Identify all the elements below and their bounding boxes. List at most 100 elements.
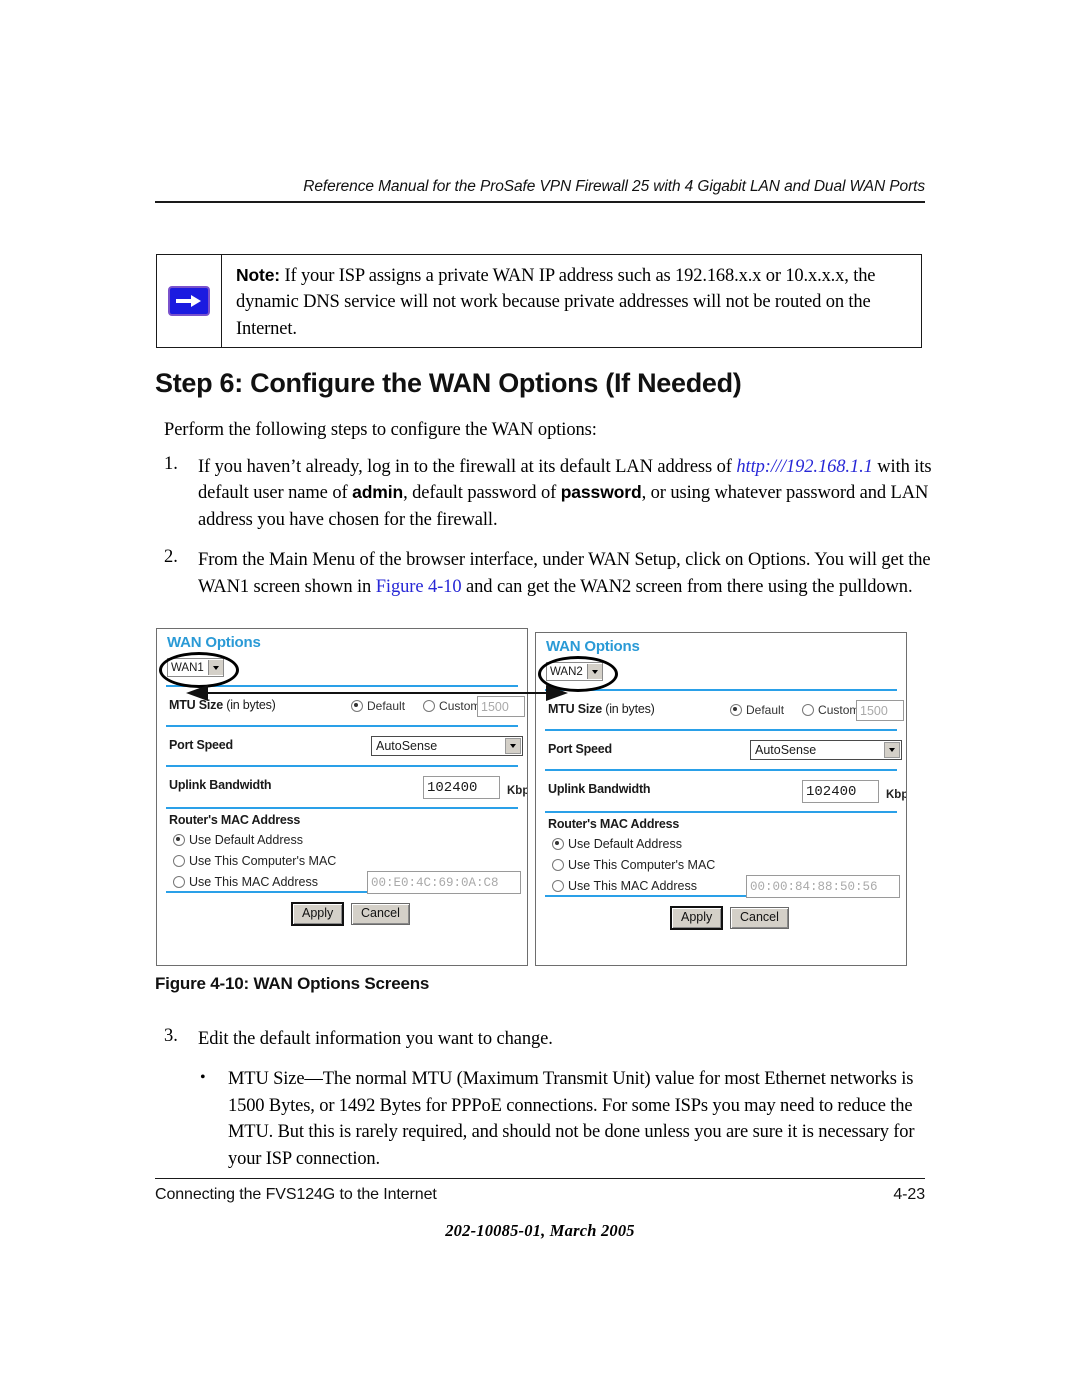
uplink-bandwidth-value: 102400 (427, 779, 478, 796)
mac-option-custom[interactable]: Use This MAC Address (552, 879, 697, 893)
mtu-default-label: Default (367, 699, 406, 713)
running-header-text: Reference Manual for the ProSafe VPN Fir… (303, 178, 925, 195)
page-title: Step 6: Configure the WAN Options (If Ne… (155, 368, 742, 398)
mtu-size-row: MTU Size (in bytes) Default Custom 1500 (544, 691, 904, 729)
mtu-custom-radio[interactable] (802, 704, 815, 716)
uplink-bandwidth-label: Uplink Bandwidth (169, 778, 272, 792)
mtu-label-main: MTU Size (169, 698, 223, 712)
list-item: 1. If you haven’t already, log in to the… (164, 454, 934, 533)
mtu-default-radio[interactable] (351, 700, 363, 712)
mac-option-default[interactable]: Use Default Address (173, 833, 303, 847)
router-mac-address-title: Router's MAC Address (548, 817, 680, 831)
figure-cross-reference-link[interactable]: Figure 4-10 (376, 577, 462, 597)
wan-selector-row: WAN2 (538, 655, 898, 692)
figure-caption: Figure 4-10: WAN Options Screens (155, 974, 430, 993)
list-item-text: If you haven’t already, log in to the fi… (198, 454, 934, 533)
mac-custom-label: Use This MAC Address (189, 875, 318, 889)
bullet-marker: • (200, 1069, 206, 1087)
mac-default-label: Use Default Address (568, 837, 682, 851)
mac-default-label: Use Default Address (189, 833, 303, 847)
mtu-custom-value: 1500 (481, 699, 509, 714)
footer-rule (155, 1178, 925, 1179)
wan-selector-dropdown[interactable]: WAN2 (546, 662, 603, 681)
mac-computer-radio[interactable] (173, 855, 185, 867)
mtu-custom-input[interactable]: 1500 (477, 696, 525, 717)
note-text: Note: If your ISP assigns a private WAN … (222, 255, 921, 347)
port-speed-select[interactable]: AutoSense (371, 736, 523, 756)
mtu-label-units: (in bytes) (601, 702, 655, 716)
mtu-radio-group: Default Custom (351, 699, 480, 713)
step2-part2: and can get the WAN2 screen from there u… (461, 576, 913, 597)
cancel-button[interactable]: Cancel (351, 903, 410, 925)
mtu-default-radio[interactable] (730, 704, 742, 716)
mtu-custom-value: 1500 (860, 703, 888, 718)
chevron-down-icon (505, 738, 521, 754)
cancel-button[interactable]: Cancel (730, 907, 789, 929)
uplink-bandwidth-value: 102400 (806, 783, 857, 800)
steps-list-bottom: 3. Edit the default information you want… (164, 1026, 934, 1172)
port-speed-label: Port Speed (548, 742, 612, 756)
list-item-number: 2. (164, 547, 178, 568)
mac-option-custom[interactable]: Use This MAC Address (173, 875, 318, 889)
list-item-number: 1. (164, 454, 178, 474)
chevron-down-icon (884, 742, 900, 758)
bullet-list-item: • MTU Size—The normal MTU (Maximum Trans… (164, 1066, 934, 1172)
mtu-size-label: MTU Size (in bytes) (548, 702, 655, 716)
port-speed-label: Port Speed (169, 738, 233, 752)
intro-paragraph: Perform the following steps to configure… (164, 420, 597, 440)
mtu-custom-input[interactable]: 1500 (856, 700, 904, 721)
uplink-bandwidth-unit: Kbps (886, 789, 906, 801)
list-item: 3. Edit the default information you want… (164, 1026, 934, 1052)
right-arrow-icon (168, 286, 210, 316)
chevron-down-icon (207, 660, 223, 675)
mac-default-radio[interactable] (552, 838, 564, 850)
mtu-label-units: (in bytes) (222, 698, 276, 712)
figure-wan-options-screens: WAN Options WAN1 MTU Size (in bytes) Def… (156, 628, 922, 966)
panel-button-row: Apply Cancel (544, 897, 898, 937)
chevron-down-icon (586, 664, 602, 679)
apply-button[interactable]: Apply (291, 902, 345, 926)
uplink-bandwidth-label: Uplink Bandwidth (548, 782, 651, 796)
mac-address-value: 00:00:84:88:50:56 (750, 879, 878, 894)
mac-address-input[interactable]: 00:00:84:88:50:56 (746, 875, 900, 898)
mac-custom-radio[interactable] (173, 876, 185, 888)
wan-selector-value: WAN2 (550, 665, 583, 678)
mac-default-radio[interactable] (173, 834, 185, 846)
apply-button[interactable]: Apply (670, 906, 724, 930)
mac-computer-radio[interactable] (552, 859, 564, 871)
mac-option-computer[interactable]: Use This Computer's MAC (552, 858, 715, 872)
document-id: 202-10085-01, March 2005 (445, 1221, 635, 1240)
step1-part3: , default password of (403, 483, 561, 504)
panel-button-row: Apply Cancel (165, 893, 519, 933)
note-label: Note: (236, 265, 280, 285)
footer-row: Connecting the FVS124G to the Internet 4… (155, 1186, 925, 1204)
list-item: 2. From the Main Menu of the browser int… (164, 547, 934, 600)
list-item-text: From the Main Menu of the browser interf… (198, 547, 934, 600)
wan-selector-value: WAN1 (171, 661, 204, 674)
mac-custom-radio[interactable] (552, 880, 564, 892)
port-speed-value: AutoSense (755, 743, 817, 757)
running-header: Reference Manual for the ProSafe VPN Fir… (155, 178, 925, 203)
mac-computer-label: Use This Computer's MAC (568, 858, 716, 872)
port-speed-row: Port Speed AutoSense (165, 727, 523, 765)
wan1-options-panel: WAN Options WAN1 MTU Size (in bytes) Def… (156, 628, 528, 966)
mac-option-computer[interactable]: Use This Computer's MAC (173, 854, 336, 868)
note-callout: Note: If your ISP assigns a private WAN … (156, 254, 922, 348)
port-speed-select[interactable]: AutoSense (750, 740, 902, 760)
page-number: 4-23 (893, 1186, 925, 1203)
panel-title: WAN Options (546, 638, 640, 655)
mac-address-input[interactable]: 00:E0:4C:69:0A:C8 (367, 871, 521, 894)
default-username: admin (352, 482, 404, 503)
mtu-custom-label: Custom (818, 703, 860, 717)
mac-option-default[interactable]: Use Default Address (552, 837, 682, 851)
mtu-custom-radio[interactable] (423, 700, 436, 712)
wan-selector-dropdown[interactable]: WAN1 (167, 658, 224, 677)
mtu-default-label: Default (746, 703, 785, 717)
router-mac-address-block: Router's MAC Address Use Default Address… (544, 813, 900, 898)
port-speed-row: Port Speed AutoSense (544, 731, 902, 769)
uplink-bandwidth-input[interactable]: 102400 (423, 776, 500, 799)
lan-address-link[interactable]: http:///192.168.1.1 (736, 457, 872, 477)
uplink-bandwidth-input[interactable]: 102400 (802, 780, 879, 803)
bullet-text: MTU Size—The normal MTU (Maximum Transmi… (228, 1069, 915, 1169)
panel-title: WAN Options (167, 634, 261, 651)
